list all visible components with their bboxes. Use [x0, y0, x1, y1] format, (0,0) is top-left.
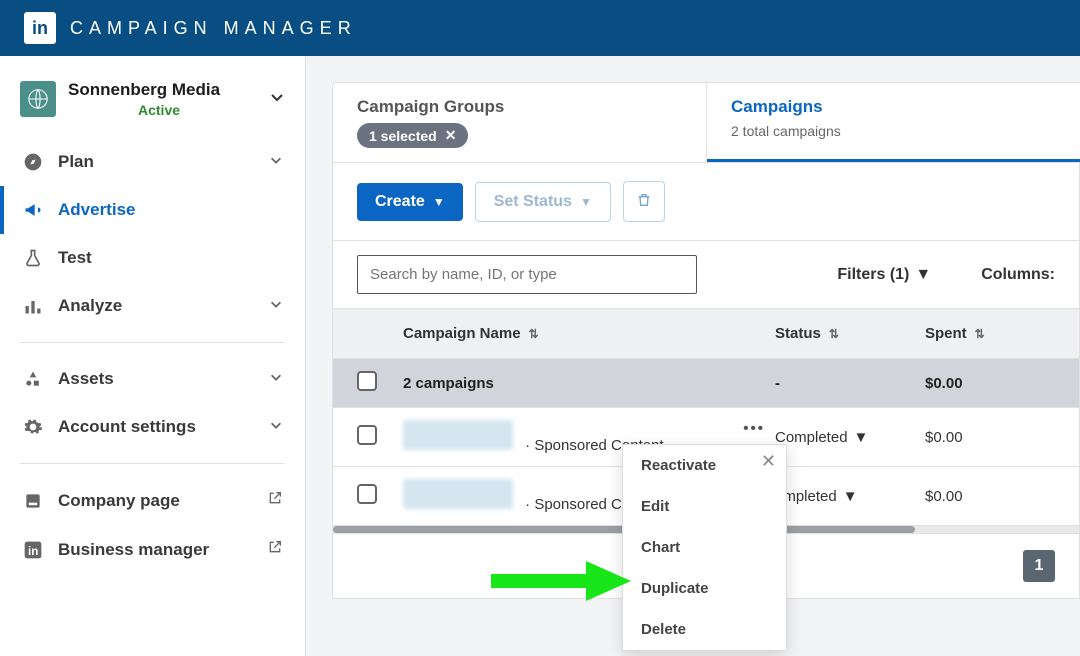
close-icon[interactable]: ✕ [761, 451, 776, 472]
flask-icon [22, 248, 44, 268]
tab-title: Campaigns [731, 97, 1056, 117]
search-input[interactable] [357, 255, 697, 294]
app-title: CAMPAIGN MANAGER [70, 18, 357, 39]
sidebar-item-business-manager[interactable]: in Business manager [0, 525, 305, 574]
row-checkbox[interactable] [357, 484, 377, 504]
compass-icon [22, 152, 44, 172]
bar-chart-icon [22, 296, 44, 316]
sidebar-item-account-settings[interactable]: Account settings [0, 403, 305, 451]
set-status-button[interactable]: Set Status ▼ [475, 182, 611, 222]
sidebar-item-label: Company page [58, 491, 180, 511]
delete-button[interactable] [623, 181, 665, 222]
annotation-arrow-icon [486, 556, 636, 606]
tab-title: Campaign Groups [357, 97, 682, 117]
sidebar-item-label: Assets [58, 369, 114, 389]
campaign-name-redacted [403, 479, 513, 509]
row-actions-button[interactable]: ••• [733, 420, 775, 437]
account-icon [20, 81, 56, 117]
summary-row: 2 campaigns - $0.00 [332, 359, 1080, 408]
summary-status: - [775, 375, 925, 392]
tabs: Campaign Groups 1 selected ✕ Campaigns 2… [332, 82, 1080, 163]
chevron-down-icon [269, 369, 283, 389]
search-row: Filters (1) ▼ Columns: [332, 241, 1080, 309]
linkedin-logo-icon: in [24, 12, 56, 44]
spent-cell: $0.00 [925, 488, 1055, 505]
create-button[interactable]: Create ▼ [357, 183, 463, 221]
chevron-down-icon [269, 152, 283, 172]
button-label: Create [375, 193, 425, 211]
row-context-menu: ✕ Reactivate Edit Chart Duplicate Delete [622, 444, 787, 651]
megaphone-icon [22, 200, 44, 220]
menu-item-duplicate[interactable]: Duplicate [623, 568, 786, 609]
sort-icon: ⇅ [975, 327, 985, 341]
menu-item-chart[interactable]: Chart [623, 527, 786, 568]
shapes-icon [22, 369, 44, 389]
sidebar-item-label: Test [58, 248, 92, 268]
row-checkbox[interactable] [357, 425, 377, 445]
tab-subtitle: 2 total campaigns [731, 123, 1056, 139]
linkedin-icon: in [22, 540, 44, 560]
col-name-header[interactable]: Campaign Name⇅ [403, 325, 775, 342]
tab-campaigns[interactable]: Campaigns 2 total campaigns [707, 83, 1080, 162]
main-content: Campaign Groups 1 selected ✕ Campaigns 2… [306, 56, 1080, 656]
caret-down-icon: ▼ [915, 266, 931, 284]
chevron-down-icon [269, 296, 283, 316]
sidebar-item-company-page[interactable]: Company page [0, 476, 305, 525]
select-all-checkbox[interactable] [357, 371, 377, 391]
account-name: Sonnenberg Media [68, 80, 269, 100]
sort-icon: ⇅ [529, 327, 539, 341]
sidebar-item-label: Advertise [58, 200, 135, 220]
campaign-name-redacted [403, 420, 513, 450]
button-label: Set Status [494, 193, 572, 211]
sidebar-item-advertise[interactable]: Advertise [0, 186, 305, 234]
toolbar: Create ▼ Set Status ▼ [332, 163, 1080, 241]
sort-icon: ⇅ [829, 327, 839, 341]
trash-icon [636, 196, 652, 211]
sidebar-item-test[interactable]: Test [0, 234, 305, 282]
app-header: in CAMPAIGN MANAGER [0, 0, 1080, 56]
caret-down-icon[interactable]: ▼ [843, 488, 858, 505]
external-link-icon [267, 490, 283, 511]
close-icon[interactable]: ✕ [445, 127, 457, 144]
gear-icon [22, 417, 44, 437]
page-button[interactable]: 1 [1023, 550, 1055, 582]
filters-button[interactable]: Filters (1) ▼ [837, 266, 931, 284]
menu-item-delete[interactable]: Delete [623, 609, 786, 650]
selection-chip[interactable]: 1 selected ✕ [357, 123, 468, 148]
status-text: Completed [775, 429, 848, 446]
menu-item-edit[interactable]: Edit [623, 486, 786, 527]
chip-label: 1 selected [369, 128, 437, 144]
sidebar-item-label: Account settings [58, 417, 196, 437]
col-spent-header[interactable]: Spent⇅ [925, 325, 1055, 342]
columns-button[interactable]: Columns: [981, 266, 1055, 284]
sidebar-item-label: Plan [58, 152, 94, 172]
sidebar-item-label: Analyze [58, 296, 122, 316]
sidebar-item-plan[interactable]: Plan [0, 138, 305, 186]
sidebar-item-analyze[interactable]: Analyze [0, 282, 305, 330]
summary-name: 2 campaigns [403, 375, 775, 392]
chevron-down-icon [269, 89, 285, 110]
tab-campaign-groups[interactable]: Campaign Groups 1 selected ✕ [333, 83, 707, 162]
sidebar-item-label: Business manager [58, 540, 209, 560]
divider [20, 342, 285, 343]
chevron-down-icon [269, 417, 283, 437]
col-status-header[interactable]: Status⇅ [775, 325, 925, 342]
sidebar: Sonnenberg Media Active Plan Advertise [0, 56, 306, 656]
divider [20, 463, 285, 464]
page-icon [22, 491, 44, 511]
summary-spent: $0.00 [925, 375, 1055, 392]
account-switcher[interactable]: Sonnenberg Media Active [0, 80, 305, 138]
caret-down-icon[interactable]: ▼ [854, 429, 869, 446]
filters-label: Filters (1) [837, 266, 909, 284]
external-link-icon [267, 539, 283, 560]
caret-down-icon: ▼ [433, 195, 445, 209]
sidebar-item-assets[interactable]: Assets [0, 355, 305, 403]
svg-text:in: in [28, 545, 38, 558]
caret-down-icon: ▼ [580, 195, 592, 209]
account-status: Active [138, 102, 269, 118]
table-header: Campaign Name⇅ Status⇅ Spent⇅ [332, 309, 1080, 359]
spent-cell: $0.00 [925, 429, 1055, 446]
